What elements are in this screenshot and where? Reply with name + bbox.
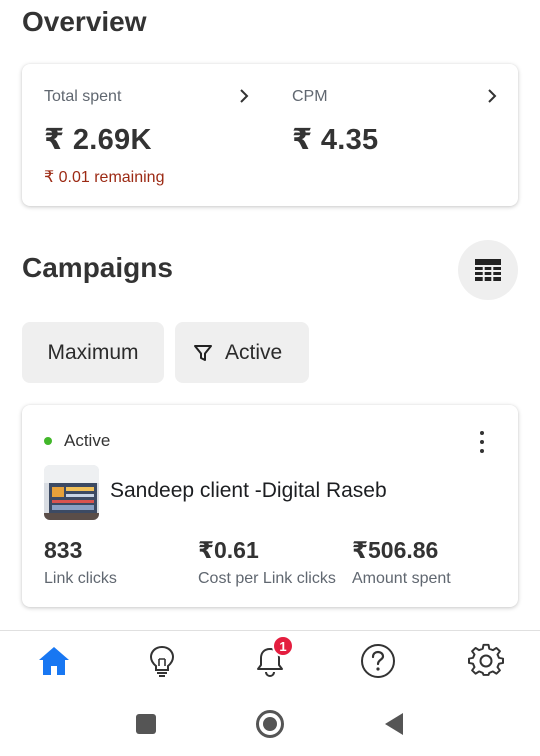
campaigns-title: Campaigns	[22, 252, 173, 283]
system-navigation-bar	[0, 692, 540, 756]
table-view-button[interactable]	[458, 240, 518, 300]
sort-chip-label: Maximum	[47, 340, 139, 364]
tab-settings[interactable]	[466, 641, 506, 681]
cost-per-click-label: Cost per Link clicks	[198, 570, 336, 587]
link-clicks-label: Link clicks	[44, 570, 117, 587]
filter-icon	[194, 344, 212, 361]
remaining-budget: ₹ 0.01 remaining	[44, 169, 165, 186]
help-icon	[361, 644, 395, 678]
tab-home[interactable]	[34, 641, 74, 681]
home-icon	[39, 647, 69, 675]
nav-back-button[interactable]	[378, 708, 410, 740]
nav-home-button[interactable]	[254, 708, 286, 740]
overview-card: Total spent ₹ 2.69K ₹ 0.01 remaining CPM…	[22, 64, 518, 206]
more-options-button[interactable]	[472, 431, 492, 453]
status-dot-icon	[44, 437, 52, 445]
more-dot	[480, 431, 484, 435]
amount-spent-label: Amount spent	[352, 570, 451, 587]
campaign-status: Active	[44, 431, 110, 451]
tab-notifications[interactable]: 1	[250, 635, 294, 681]
link-clicks-stat: 833 Link clicks	[44, 537, 117, 588]
sort-chip[interactable]: Maximum	[22, 322, 164, 383]
amount-spent-stat: ₹506.86 Amount spent	[352, 537, 451, 588]
lightbulb-icon	[149, 645, 175, 677]
cost-per-click-value: ₹0.61	[198, 537, 259, 563]
cpm-value: ₹ 4.35	[292, 124, 379, 156]
more-dot	[480, 449, 484, 453]
table-icon	[475, 259, 501, 281]
cost-per-click-stat: ₹0.61 Cost per Link clicks	[198, 537, 336, 588]
recents-icon	[136, 714, 156, 734]
cpm-label: CPM	[292, 88, 328, 105]
cpm-metric[interactable]: CPM ₹ 4.35	[292, 88, 502, 157]
tab-ideas[interactable]	[142, 641, 182, 681]
campaign-name: Sandeep client -Digital Raseb	[110, 479, 387, 502]
total-spent-label: Total spent	[44, 88, 122, 105]
chevron-right-icon	[240, 89, 249, 103]
amount-spent-value: ₹506.86	[352, 537, 439, 563]
campaign-status-label: Active	[64, 431, 111, 450]
campaign-thumbnail	[44, 465, 99, 520]
chevron-right-icon	[488, 89, 497, 103]
home-circle-icon	[256, 710, 284, 738]
total-spent-metric[interactable]: Total spent ₹ 2.69K ₹ 0.01 remaining	[44, 88, 254, 187]
gear-icon	[468, 643, 504, 676]
nav-recents-button[interactable]	[130, 708, 162, 740]
overview-title: Overview	[22, 6, 147, 37]
tab-help[interactable]	[358, 641, 398, 681]
back-icon	[385, 713, 403, 735]
bottom-tab-bar: 1	[0, 630, 540, 692]
more-dot	[480, 440, 484, 444]
campaign-card[interactable]: Active Sandeep client -Digital Raseb 833…	[22, 405, 518, 607]
total-spent-value: ₹ 2.69K	[44, 124, 152, 156]
status-filter-label: Active	[225, 340, 283, 364]
notification-badge: 1	[272, 635, 294, 657]
link-clicks-value: 833	[44, 537, 83, 563]
status-filter-chip[interactable]: Active	[175, 322, 309, 383]
